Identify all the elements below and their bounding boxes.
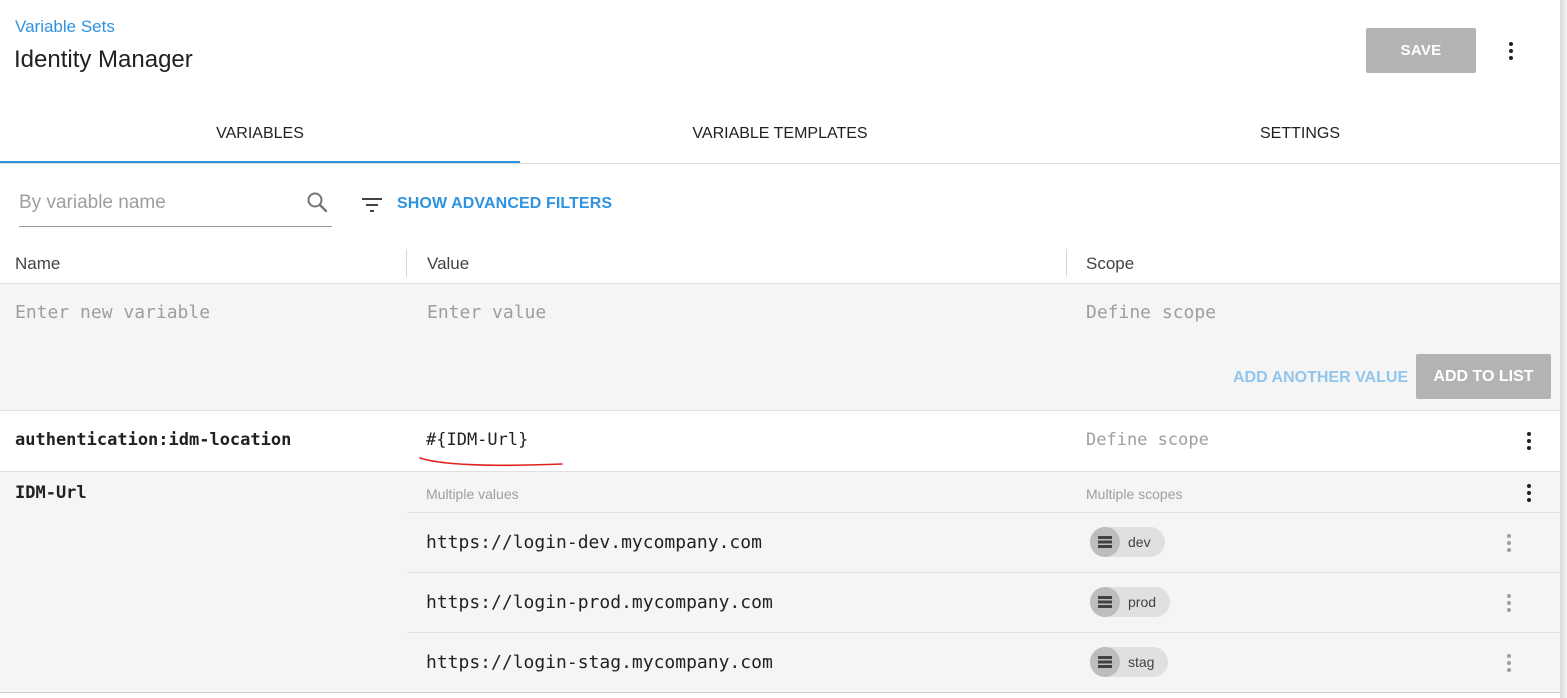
column-divider[interactable]	[406, 249, 407, 277]
value-row-prod[interactable]: https://login-prod.mycompany.com prod	[407, 572, 1560, 633]
new-variable-actions: ADD ANOTHER VALUE ADD TO LIST	[0, 344, 1560, 411]
column-header-name[interactable]: Name	[15, 254, 60, 274]
new-variable-value-input[interactable]	[427, 302, 1047, 323]
environment-icon	[1090, 587, 1120, 617]
multiple-scopes-label: Multiple scopes	[1086, 486, 1183, 502]
breadcrumb-variable-sets[interactable]: Variable Sets	[15, 17, 115, 37]
scope-chip-prod[interactable]: prod	[1090, 587, 1171, 617]
environment-icon	[1090, 647, 1120, 677]
column-header-scope[interactable]: Scope	[1086, 254, 1134, 274]
more-options-icon[interactable]	[1501, 38, 1521, 64]
scope-chip-label: dev	[1128, 534, 1151, 550]
scope-chip-label: stag	[1128, 654, 1155, 670]
variable-value[interactable]: https://login-prod.mycompany.com	[426, 592, 773, 613]
scope-chip-label: prod	[1128, 594, 1157, 610]
environment-icon	[1090, 527, 1120, 557]
value-row-stag[interactable]: https://login-stag.mycompany.com stag	[407, 632, 1560, 693]
filter-icon[interactable]	[360, 193, 384, 217]
table-row[interactable]: IDM-Url Multiple values Multiple scopes …	[0, 472, 1560, 693]
variable-value[interactable]: https://login-stag.mycompany.com	[426, 652, 773, 673]
save-button[interactable]: SAVE	[1366, 28, 1476, 73]
tab-bar: VARIABLES VARIABLE TEMPLATES SETTINGS	[0, 105, 1560, 164]
annotation-underline	[419, 457, 563, 467]
show-advanced-filters-link[interactable]: SHOW ADVANCED FILTERS	[397, 195, 612, 213]
value-row-dev[interactable]: https://login-dev.mycompany.com dev	[407, 512, 1560, 573]
tab-variable-templates[interactable]: VARIABLE TEMPLATES	[520, 105, 1040, 162]
add-another-value-button[interactable]: ADD ANOTHER VALUE	[1233, 369, 1408, 387]
add-to-list-button[interactable]: ADD TO LIST	[1416, 354, 1551, 399]
search-icon[interactable]	[305, 190, 329, 214]
variable-name[interactable]: authentication:idm-location	[15, 430, 291, 450]
tab-variables[interactable]: VARIABLES	[0, 105, 520, 163]
value-more-options-icon[interactable]	[1499, 530, 1519, 556]
table-row[interactable]: authentication:idm-location #{IDM-Url} D…	[0, 411, 1560, 472]
row-more-options-icon[interactable]	[1519, 428, 1539, 454]
variable-value[interactable]: https://login-dev.mycompany.com	[426, 532, 762, 553]
scope-chip-dev[interactable]: dev	[1090, 527, 1165, 557]
row-more-options-icon[interactable]	[1519, 480, 1539, 506]
variable-value[interactable]: #{IDM-Url}	[426, 430, 528, 450]
value-more-options-icon[interactable]	[1499, 650, 1519, 676]
scope-chip-stag[interactable]: stag	[1090, 647, 1169, 677]
variable-name[interactable]: IDM-Url	[15, 483, 87, 503]
new-variable-scope-input[interactable]	[1086, 302, 1526, 323]
value-more-options-icon[interactable]	[1499, 590, 1519, 616]
new-variable-row	[0, 283, 1560, 345]
page-title: Identity Manager	[14, 46, 193, 73]
column-header-value[interactable]: Value	[427, 254, 469, 274]
new-variable-name-input[interactable]	[15, 302, 395, 323]
variable-scope[interactable]: Define scope	[1086, 430, 1209, 450]
multiple-values-label: Multiple values	[426, 486, 519, 502]
page-edge-shadow	[1560, 0, 1567, 698]
column-divider[interactable]	[1066, 249, 1067, 277]
tab-settings[interactable]: SETTINGS	[1040, 105, 1560, 162]
search-field	[19, 182, 332, 227]
search-input[interactable]	[19, 182, 289, 224]
